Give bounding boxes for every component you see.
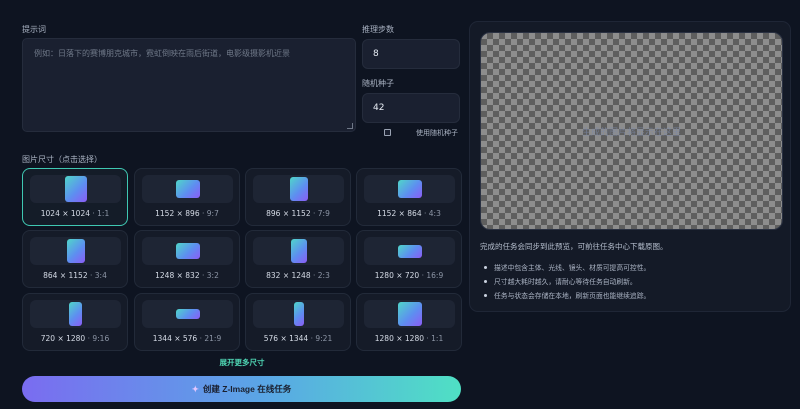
aspect-preview-icon (175, 309, 200, 319)
size-thumbnail-frame (253, 175, 344, 203)
preview-image: 生成的图片将显示在这里 (480, 32, 783, 230)
size-option-card[interactable]: 1152 × 896 · 9:7 (134, 168, 240, 226)
size-option-card[interactable]: 1280 × 1280 · 1:1 (356, 293, 462, 351)
aspect-preview-icon (64, 176, 87, 202)
random-seed-checkbox[interactable] (384, 129, 391, 136)
size-option-card[interactable]: 1280 × 720 · 16:9 (356, 230, 462, 288)
size-caption: 576 × 1344 · 9:21 (246, 334, 350, 343)
size-caption: 1280 × 720 · 16:9 (357, 271, 461, 280)
prompt-label: 提示词 (22, 25, 46, 34)
size-dimensions: 1024 × 1024 (40, 209, 90, 218)
size-dimensions: 1280 × 720 (374, 271, 420, 280)
prompt-placeholder: 例如：日落下的赛博朋克城市，霓虹倒映在雨后街道，电影级摄影机近景 (34, 49, 290, 58)
expand-sizes-link[interactable]: 展开更多尺寸 (22, 357, 462, 368)
size-option-card[interactable]: 1152 × 864 · 4:3 (356, 168, 462, 226)
preview-note: 完成的任务会同步到此预览，可前往任务中心下载原图。 (480, 242, 668, 251)
size-thumbnail-frame (142, 300, 233, 328)
size-thumbnail-frame (30, 175, 121, 203)
size-option-card[interactable]: 1024 × 1024 · 1:1 (22, 168, 128, 226)
size-dimensions: 1152 × 864 (377, 209, 422, 218)
aspect-preview-icon (69, 302, 82, 326)
size-caption: 1280 × 1280 · 1:1 (357, 334, 461, 343)
size-ratio: · 9:7 (202, 209, 219, 218)
size-dimensions: 832 × 1248 (266, 271, 311, 280)
tips-list: 描述中包含主体、光线、镜头、材质可提高可控性。 尺寸越大耗时越久，请耐心等待任务… (482, 261, 650, 303)
size-thumbnail-frame (253, 237, 344, 265)
aspect-preview-icon (66, 239, 85, 263)
random-seed-label: 使用随机种子 (416, 129, 458, 137)
size-option-card[interactable]: 1248 × 832 · 3:2 (134, 230, 240, 288)
size-option-card[interactable]: 864 × 1152 · 3:4 (22, 230, 128, 288)
size-ratio: · 4:3 (424, 209, 441, 218)
aspect-preview-icon (175, 243, 200, 259)
create-task-button[interactable]: ✦ 创建 Z-Image 在线任务 (22, 376, 461, 402)
size-thumbnail-frame (364, 300, 455, 328)
size-ratio: · 2:3 (313, 271, 330, 280)
size-dimensions: 1152 × 896 (155, 209, 200, 218)
size-thumbnail-frame (364, 237, 455, 265)
size-option-card[interactable]: 1344 × 576 · 21:9 (134, 293, 240, 351)
aspect-preview-icon (293, 302, 304, 326)
size-caption: 864 × 1152 · 3:4 (23, 271, 127, 280)
size-caption: 1024 × 1024 · 1:1 (23, 209, 127, 218)
size-ratio: · 3:4 (90, 271, 107, 280)
aspect-preview-icon (397, 302, 422, 326)
size-dimensions: 720 × 1280 (40, 334, 86, 343)
size-ratio: · 3:2 (202, 271, 219, 280)
size-option-card[interactable]: 896 × 1152 · 7:9 (245, 168, 351, 226)
size-dimensions: 864 × 1152 (43, 271, 88, 280)
size-thumbnail-frame (364, 175, 455, 203)
size-ratio: · 1:1 (92, 209, 110, 218)
size-ratio: · 7:9 (313, 209, 330, 218)
size-thumbnail-frame (142, 175, 233, 203)
size-caption: 896 × 1152 · 7:9 (246, 209, 350, 218)
size-thumbnail-frame (142, 237, 233, 265)
size-thumbnail-frame (30, 300, 121, 328)
steps-input[interactable]: 8 (362, 39, 460, 69)
size-ratio: · 9:21 (310, 334, 333, 343)
resize-handle-icon[interactable] (347, 123, 353, 129)
size-grid: 1024 × 1024 · 1:1 1152 × 896 · 9:7 896 × 1… (22, 168, 462, 351)
prompt-input[interactable]: 例如：日落下的赛博朋克城市，霓虹倒映在雨后街道，电影级摄影机近景 (22, 38, 356, 132)
size-option-card[interactable]: 720 × 1280 · 9:16 (22, 293, 128, 351)
size-ratio: · 1:1 (426, 334, 444, 343)
size-dimensions: 1280 × 1280 (374, 334, 424, 343)
size-caption: 1344 × 576 · 21:9 (135, 334, 239, 343)
size-ratio: · 21:9 (199, 334, 222, 343)
size-option-card[interactable]: 832 × 1248 · 2:3 (245, 230, 351, 288)
size-caption: 1152 × 896 · 9:7 (135, 209, 239, 218)
tip-item: 描述中包含主体、光线、镜头、材质可提高可控性。 (482, 261, 650, 275)
create-task-label: 创建 Z-Image 在线任务 (202, 384, 292, 394)
tip-item: 尺寸越大耗时越久，请耐心等待任务自动刷新。 (482, 275, 650, 289)
size-thumbnail-frame (30, 237, 121, 265)
seed-input[interactable]: 42 (362, 93, 460, 123)
size-ratio: · 16:9 (421, 271, 444, 280)
size-dimensions: 1344 × 576 (152, 334, 198, 343)
size-caption: 720 × 1280 · 9:16 (23, 334, 127, 343)
aspect-preview-icon (397, 244, 422, 258)
sparkle-icon: ✦ (191, 384, 199, 394)
preview-placeholder: 生成的图片将显示在这里 (581, 128, 681, 138)
size-ratio: · 9:16 (87, 334, 110, 343)
size-thumbnail-frame (253, 300, 344, 328)
steps-label: 推理步数 (362, 25, 394, 34)
seed-label: 随机种子 (362, 79, 394, 88)
size-dimensions: 896 × 1152 (266, 209, 311, 218)
size-caption: 1248 × 832 · 3:2 (135, 271, 239, 280)
aspect-preview-icon (290, 239, 307, 263)
aspect-preview-icon (397, 180, 422, 198)
tip-item: 任务与状态会存储在本地，刷新页面也能继续追踪。 (482, 289, 650, 303)
size-dimensions: 1248 × 832 (155, 271, 200, 280)
size-option-card[interactable]: 576 × 1344 · 9:21 (245, 293, 351, 351)
aspect-preview-icon (175, 180, 200, 198)
size-section-label: 图片尺寸（点击选择） (22, 155, 102, 164)
size-dimensions: 576 × 1344 (263, 334, 309, 343)
size-caption: 1152 × 864 · 4:3 (357, 209, 461, 218)
aspect-preview-icon (289, 177, 308, 201)
size-caption: 832 × 1248 · 2:3 (246, 271, 350, 280)
preview-panel: 生成的图片将显示在这里 完成的任务会同步到此预览，可前往任务中心下载原图。 描述… (469, 21, 791, 312)
